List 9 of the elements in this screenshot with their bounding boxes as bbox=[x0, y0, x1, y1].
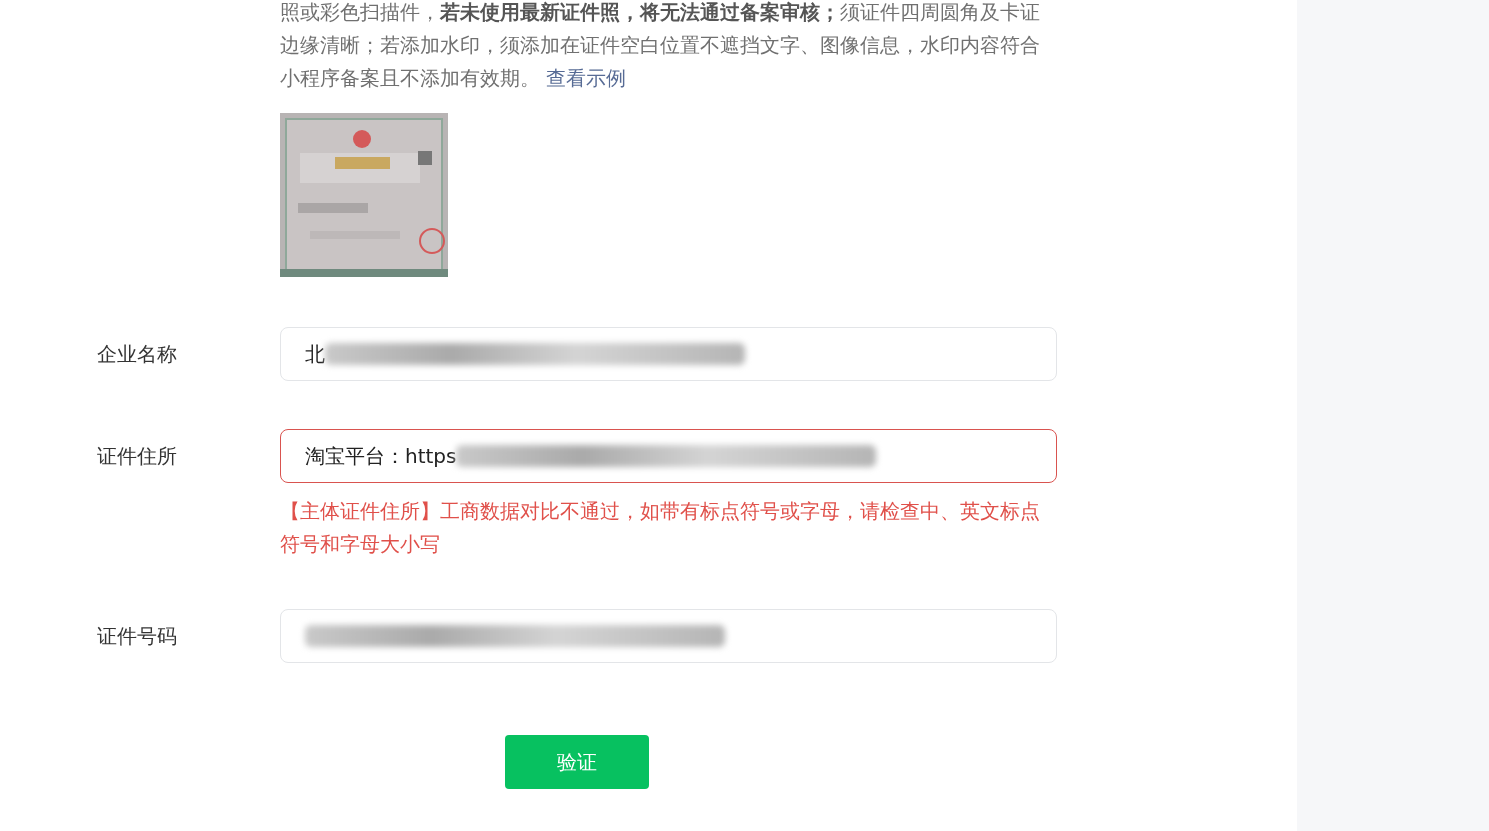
input-field[interactable]: 淘宝平台：https bbox=[280, 429, 1057, 483]
error-message: 【主体证件住所】工商数据对比不通过，如带有标点符号或字母，请检查中、英文标点符号和字母大小写 bbox=[280, 498, 1041, 558]
input-field[interactable] bbox=[280, 609, 1057, 663]
notice-text: 照或彩色扫描件，若未使用最新证件照，将无法通过备案审核；须证件四周圆角及卡证边缘清晰；若添加水印，须添加在证件空白位置不遮挡文字、图像信息，水印内容符合小程序备案且不添加有效期。 查看示例 bbox=[280, 0, 1041, 92]
example-link[interactable]: 查看示例 bbox=[546, 66, 627, 90]
input-field[interactable]: 北 bbox=[280, 327, 1057, 381]
field-label: 证件住所 bbox=[96, 443, 178, 470]
field-label: 证件号码 bbox=[96, 623, 178, 650]
field-label: 企业名称 bbox=[96, 341, 178, 368]
